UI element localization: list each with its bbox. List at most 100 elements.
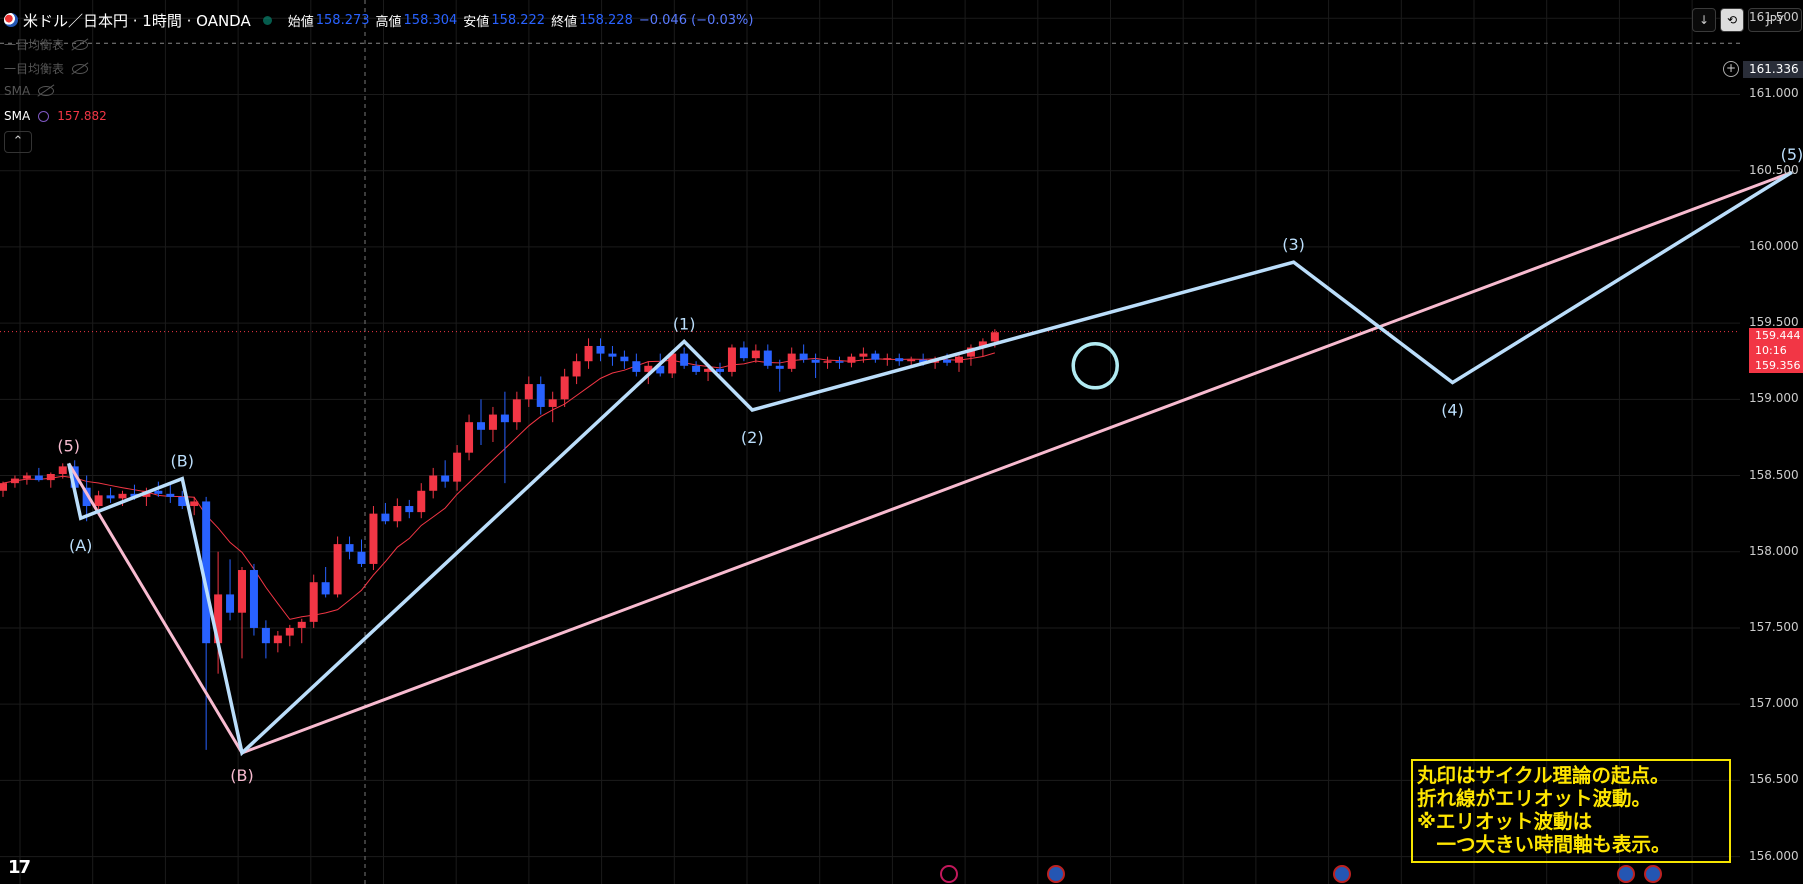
candle-body <box>381 513 390 522</box>
candle-body <box>536 384 545 407</box>
candle-body <box>333 544 342 595</box>
candle-body <box>727 347 736 372</box>
candle-body <box>835 361 844 363</box>
candle-body <box>345 544 354 552</box>
countdown-tag: 10:16 <box>1749 343 1803 358</box>
candle-body <box>871 353 880 360</box>
candle-body <box>0 483 7 491</box>
candle-body <box>739 347 748 359</box>
auto-scale-icon[interactable]: ⟲ <box>1720 8 1744 32</box>
open-label: 始値 <box>287 14 314 30</box>
candle-body <box>405 506 414 513</box>
candle-body <box>22 475 31 479</box>
candle-body <box>453 452 462 482</box>
wave-label: (2) <box>741 428 764 447</box>
candle-body <box>166 493 175 497</box>
hidden-eye-icon[interactable] <box>38 86 55 96</box>
elliott-wave-line <box>67 170 1793 757</box>
candle-body <box>238 570 246 613</box>
tradingview-logo[interactable]: 17 <box>8 857 31 878</box>
candle-body <box>548 399 557 407</box>
candle-body <box>309 582 318 622</box>
candle-body <box>775 365 784 369</box>
sma-color-icon <box>38 110 50 122</box>
candle-body <box>990 332 999 342</box>
sma-line <box>2 352 995 620</box>
candle-body <box>285 627 294 636</box>
us-event-flag-icon[interactable] <box>1644 865 1662 883</box>
candle-body <box>907 359 916 362</box>
symbol-title[interactable]: 米ドル／日本円 · 1時間 · OANDA <box>23 10 251 31</box>
higher-tf-wave-line <box>67 170 1793 755</box>
us-event-flag-icon[interactable] <box>1617 865 1635 883</box>
indicator-ichimoku-2[interactable]: 一目均衡表 <box>4 60 89 77</box>
axis-tick-label: 160.000 <box>1749 238 1799 253</box>
add-alert-icon[interactable]: + <box>1723 61 1739 77</box>
candle-body <box>811 359 820 363</box>
wave-label: (B) <box>230 766 253 785</box>
candle-body <box>297 621 306 628</box>
market-status-icon <box>262 15 272 25</box>
low-value: 158.222 <box>491 12 546 28</box>
collapse-indicators-button[interactable]: ⌃ <box>4 131 32 153</box>
candle-body <box>261 627 270 644</box>
us-event-flag-icon[interactable] <box>1047 865 1065 883</box>
wave-label: (B) <box>171 452 194 471</box>
crosshair-price-tag: 161.336 <box>1743 61 1803 78</box>
us-event-flag-icon[interactable] <box>1333 865 1351 883</box>
candle-body <box>10 478 19 484</box>
candle-body <box>106 495 115 499</box>
scroll-down-button[interactable]: ↓ <box>1692 8 1716 32</box>
candle-body <box>524 384 533 400</box>
candle-body <box>46 474 55 481</box>
candle-body <box>859 353 868 357</box>
axis-tick-label: 161.500 <box>1749 10 1799 25</box>
hidden-eye-icon[interactable] <box>72 39 89 50</box>
axis-tick-label: 160.500 <box>1749 162 1799 177</box>
candle-body <box>763 350 772 366</box>
candle-body <box>249 570 258 628</box>
indicator-sma-1[interactable]: SMA <box>4 84 55 98</box>
close-value: 158.228 <box>579 12 633 28</box>
candle-body <box>118 493 127 499</box>
candle-body <box>787 353 796 369</box>
change-value: −0.046 (−0.03%) <box>638 12 754 28</box>
indicator-label: 一目均衡表 <box>4 38 65 52</box>
candle-body <box>273 635 282 644</box>
wave-label: (3) <box>1282 235 1305 254</box>
candle-body <box>716 368 724 372</box>
indicator-label: 一目均衡表 <box>4 62 65 76</box>
indicator-sma-2[interactable]: SMA 157.882 <box>4 109 107 123</box>
candle-body <box>500 414 509 423</box>
candle-body <box>369 513 378 564</box>
candle-body <box>429 475 438 491</box>
open-value: 158.273 <box>315 12 370 28</box>
axis-tick-label: 156.000 <box>1749 848 1799 863</box>
price-chart[interactable]: (5) (A) (B) (1) (2) (3) (4) (5) (B) <box>0 0 1803 884</box>
candle-body <box>417 490 426 513</box>
current-price-tag: 159.444 <box>1749 328 1803 343</box>
indicator-ichimoku-1[interactable]: 一目均衡表 <box>4 36 89 53</box>
candle-body <box>895 358 904 362</box>
candle-body <box>751 350 760 359</box>
usd-jpy-flag-icon <box>4 13 18 27</box>
axis-tick-label: 157.500 <box>1749 619 1799 634</box>
candle-body <box>620 356 629 362</box>
candle-body <box>799 353 808 360</box>
high-value: 158.304 <box>403 12 458 28</box>
candle-body <box>692 365 701 372</box>
candle-body <box>608 353 617 357</box>
candle-body <box>154 490 163 494</box>
indicator-label: SMA <box>4 109 31 123</box>
symbol-header: 米ドル／日本円 · 1時間 · OANDA 始値 158.273 高値 158.30… <box>4 9 753 31</box>
candle-body <box>680 353 689 366</box>
candle-body <box>465 422 474 453</box>
candle-body <box>226 594 235 613</box>
wave-label: (4) <box>1441 401 1464 420</box>
axis-tick-label: 161.000 <box>1749 86 1799 101</box>
hidden-eye-icon[interactable] <box>72 63 89 74</box>
event-flash-icon[interactable] <box>940 865 958 883</box>
high-label: 高値 <box>375 14 402 30</box>
candle-body <box>34 475 43 481</box>
sma-price-tag: 159.356 <box>1749 358 1803 373</box>
